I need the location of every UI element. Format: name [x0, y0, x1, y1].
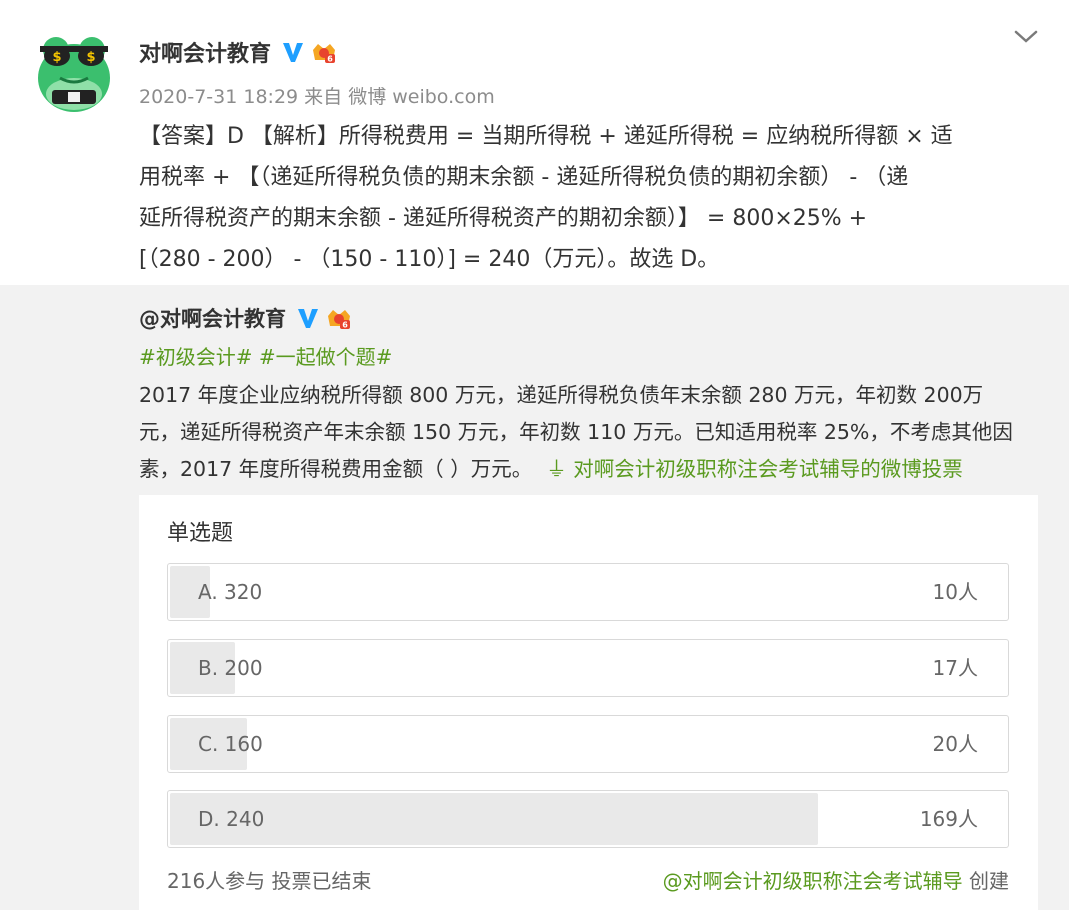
avatar[interactable]: $ $	[36, 32, 112, 118]
poll-option[interactable]: A. 320 10人	[167, 563, 1009, 621]
post-body-line: [（280 - 200） - （150 - 110）] = 240（万元）。故选…	[139, 247, 720, 272]
poll-option-label: A. 320	[198, 580, 263, 604]
svg-text:6: 6	[342, 321, 348, 330]
repost-body-line: 2017 年度企业应纳税所得额 800 万元，递延所得税负债年末余额 280 万…	[139, 383, 984, 407]
reposted-card: @对啊会计教育 6 #初级会计# #一起做个题# 2017 年度企业应纳税所得额…	[0, 285, 1069, 910]
repost-author-link[interactable]: @对啊会计教育	[139, 303, 286, 333]
post-body: 【答案】D 【解析】所得税费用 = 当期所得税 + 递延所得税 = 应纳税所得额…	[139, 116, 1039, 280]
repost-body-text: 素，2017 年度所得税费用金额（ ）万元。	[139, 457, 533, 481]
poll-option-count: 10人	[932, 580, 978, 604]
poll-creator-link[interactable]: @对啊会计初级职称注会考试辅导	[663, 869, 963, 893]
svg-text:$: $	[52, 50, 61, 65]
frog-avatar-icon: $ $	[38, 37, 110, 112]
author-name[interactable]: 对啊会计教育	[139, 36, 271, 68]
poll-card: 单选题 A. 320 10人 B. 200 17人 C. 160 20人 D. …	[139, 495, 1038, 910]
poll-option-label: C. 160	[198, 732, 263, 756]
post-body-line: 用税率 + 【（递延所得税负债的期末余额 - 递延所得税负债的期初余额） - （…	[139, 165, 909, 190]
poll-status: 216人参与 投票已结束	[167, 869, 372, 893]
poll-title: 单选题	[167, 521, 234, 546]
poll-option-count: 17人	[932, 656, 978, 680]
repost-body-line: 素，2017 年度所得税费用金额（ ）万元。 ⏚ 对啊会计初级职称注会考试辅导的微…	[139, 451, 1044, 488]
poll-source-link[interactable]: ⏚ 对啊会计初级职称注会考试辅导的微博投票	[546, 457, 963, 481]
poll-option[interactable]: D. 240 169人	[167, 790, 1009, 848]
poll-option-fill	[170, 793, 818, 845]
post-body-line: 延所得税资产的期末余额 - 递延所得税资产的期初余额）】 = 800×25% +	[139, 206, 868, 231]
poll-created-label: 创建	[962, 869, 1009, 893]
verified-v-icon	[283, 43, 304, 62]
post-body-line: 【答案】D 【解析】所得税费用 = 当期所得税 + 递延所得税 = 应纳税所得额…	[139, 124, 953, 149]
poll-option-label: D. 240	[198, 807, 265, 831]
hashtag-links[interactable]: #初级会计# #一起做个题#	[139, 341, 392, 370]
svg-text:6: 6	[327, 55, 333, 64]
repost-body: 2017 年度企业应纳税所得额 800 万元，递延所得税负债年末余额 280 万…	[139, 377, 1044, 488]
svg-text:$: $	[86, 50, 95, 65]
poll-footer: 216人参与 投票已结束 @对啊会计初级职称注会考试辅导 创建	[167, 865, 1009, 894]
poll-creator-line: @对啊会计初级职称注会考试辅导 创建	[663, 865, 1009, 894]
poll-option[interactable]: C. 160 20人	[167, 715, 1009, 773]
poll-option-count: 169人	[919, 807, 978, 831]
poll-option-label: B. 200	[198, 656, 263, 680]
member-crown-icon[interactable]: 6	[326, 306, 352, 330]
post-meta: 2020-7-31 18:29 来自 微博 weibo.com	[139, 86, 495, 108]
member-crown-icon[interactable]: 6	[311, 40, 337, 64]
repost-author-row: @对啊会计教育 6	[139, 303, 352, 333]
poll-option[interactable]: B. 200 17人	[167, 639, 1009, 697]
verified-v-icon	[298, 309, 318, 328]
chevron-down-icon[interactable]	[1013, 28, 1039, 46]
repost-body-line: 元，递延所得税资产年末余额 150 万元，年初数 110 万元。已知适用税率 2…	[139, 420, 1013, 444]
poll-option-count: 20人	[932, 732, 978, 756]
weibo-post: $ $ 对啊会计教育 6 2020-7-31 18:29 来自 微博 weibo…	[0, 0, 1069, 285]
author-row: 对啊会计教育 6	[139, 36, 337, 68]
